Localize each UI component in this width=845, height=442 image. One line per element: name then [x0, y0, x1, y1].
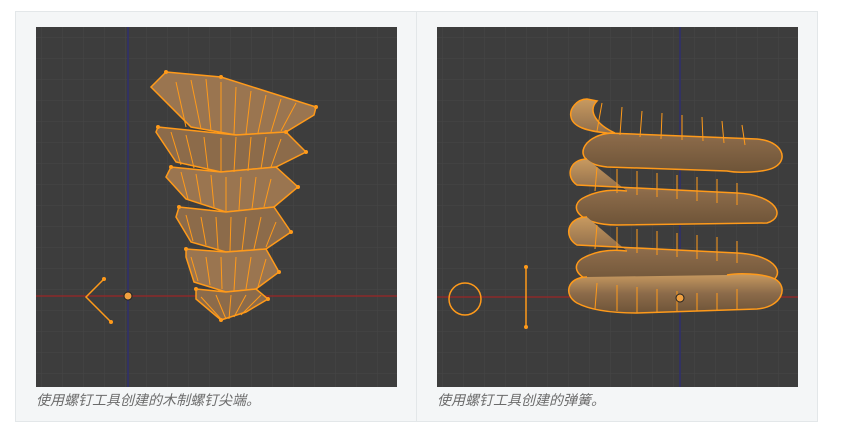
viewport-spring[interactable]	[437, 27, 798, 387]
figure-caption: 使用螺钉工具创建的弹簧。	[437, 393, 605, 409]
figure-caption: 使用螺钉工具创建的木制螺钉尖端。	[36, 393, 260, 409]
viewport-screw-tip[interactable]	[36, 27, 397, 387]
figure-screw-tip: 使用螺钉工具创建的木制螺钉尖端。	[36, 27, 397, 410]
gallery-divider	[416, 11, 417, 422]
figure-spring: 使用螺钉工具创建的弹簧。	[437, 27, 798, 410]
origin-point[interactable]	[675, 293, 685, 303]
origin-point[interactable]	[123, 291, 133, 301]
